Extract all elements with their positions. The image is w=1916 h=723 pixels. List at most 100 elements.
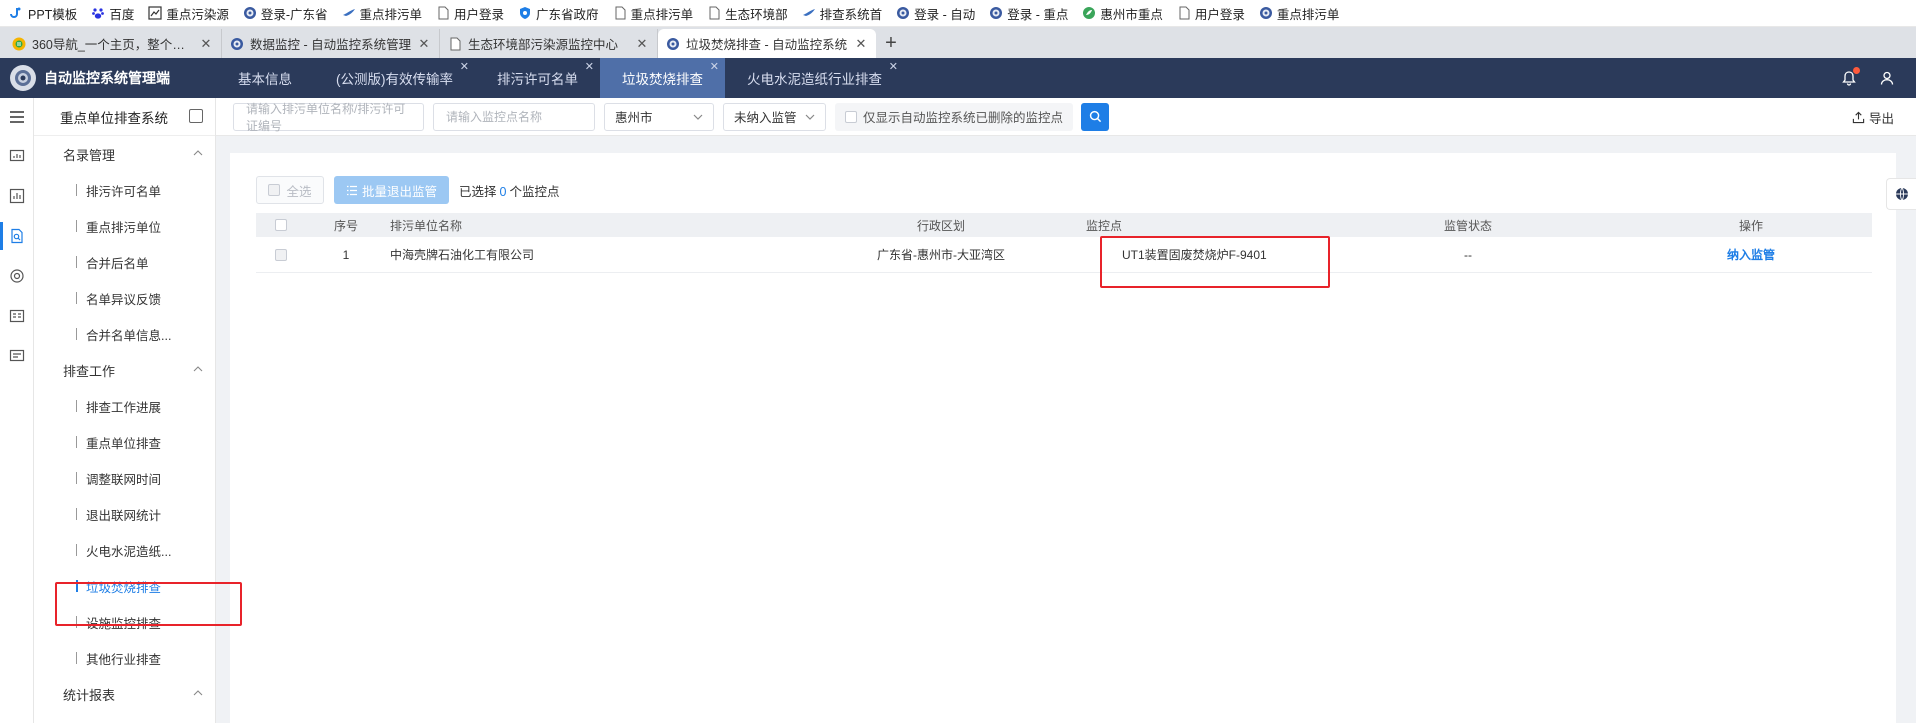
batch-exit-button[interactable]: 批量退出监管 xyxy=(334,176,449,204)
close-icon[interactable]: ✕ xyxy=(199,36,213,52)
rail-item-monitor[interactable] xyxy=(0,256,33,296)
sidebar-item[interactable]: 合并后名单 xyxy=(34,244,215,280)
include-supervision-link[interactable]: 纳入监管 xyxy=(1727,248,1775,262)
nav-tab-label: 排污许可名单 xyxy=(497,72,578,87)
close-icon[interactable]: ✕ xyxy=(585,60,594,73)
rail-item-dashboard[interactable] xyxy=(0,136,33,176)
sidebar-item[interactable]: 重点单位排查 xyxy=(34,424,215,460)
header-checkbox[interactable] xyxy=(256,219,306,231)
sidebar-group[interactable]: 名录管理 xyxy=(34,136,215,172)
bookmark-item[interactable]: PPT模板 xyxy=(10,4,77,23)
close-icon[interactable]: ✕ xyxy=(417,36,431,52)
rail-item-report[interactable] xyxy=(0,336,33,376)
tab-title: 生态环境部污染源监控中心 xyxy=(468,38,619,52)
bookmark-item[interactable]: 生态环境部 xyxy=(707,4,788,23)
nav-tab[interactable]: (公测版)有效传输率 ✕ xyxy=(314,58,475,98)
bookmark-item[interactable]: 排查系统首 xyxy=(802,4,883,23)
360-icon xyxy=(12,37,26,51)
bookmark-item[interactable]: 用户登录 xyxy=(1177,4,1245,23)
browser-tab[interactable]: 数据监控 - 自动监控系统管理 ✕ xyxy=(222,29,440,58)
show-deleted-checkbox[interactable]: 仅显示自动监控系统已删除的监控点 xyxy=(835,102,1074,131)
bookmark-item[interactable]: 登录 - 重点 xyxy=(989,4,1068,23)
row-index: 1 xyxy=(342,247,350,262)
rail-item-statistics[interactable] xyxy=(0,176,33,216)
checkbox-box xyxy=(845,110,857,123)
checkbox-box xyxy=(275,219,287,231)
app-brand[interactable]: 自动监控系统管理端 xyxy=(0,65,216,91)
sidebar-item[interactable]: 调整联网时间 xyxy=(34,460,215,496)
tab-title: 垃圾焚烧排查 - 自动监控系统 xyxy=(686,38,848,52)
bookmark-item[interactable]: 百度 xyxy=(91,4,134,23)
row-status: -- xyxy=(1464,247,1472,262)
monitor-point-table: 序号 排污单位名称 行政区划 监控点 监管状态 操作 1 中海壳牌石油化工有限公… xyxy=(256,213,1872,273)
browser-tab[interactable]: 生态环境部污染源监控中心 ✕ xyxy=(440,29,658,58)
menu-toggle-button[interactable] xyxy=(0,98,33,136)
bookmark-item[interactable]: 登录-广东省 xyxy=(243,4,328,23)
collapse-icon[interactable] xyxy=(189,109,203,123)
status-select[interactable]: 未纳入监管 xyxy=(723,102,826,131)
bookmark-item[interactable]: 重点排污单 xyxy=(1259,4,1339,23)
bookmark-item[interactable]: 重点污染源 xyxy=(148,4,229,23)
bookmark-item[interactable]: 重点排污单 xyxy=(613,4,693,23)
rail-item-settings[interactable] xyxy=(0,296,33,336)
floating-tool-button[interactable] xyxy=(1886,178,1916,210)
table-row: 1 中海壳牌石油化工有限公司 广东省-惠州市-大亚湾区 UT1装置固废焚烧炉F-… xyxy=(256,237,1872,273)
sidebar-item-label: 重点排污单位 xyxy=(86,220,162,235)
search-button[interactable] xyxy=(1081,102,1110,131)
unit-search-input[interactable]: 请输入排污单位名称/排污许可证编号 xyxy=(233,102,424,133)
chevron-up-icon xyxy=(193,148,203,159)
sidebar-group[interactable]: 统计报表 xyxy=(34,676,215,712)
chevron-down-icon xyxy=(693,114,703,120)
row-checkbox[interactable] xyxy=(256,248,306,261)
new-tab-button[interactable]: + xyxy=(876,29,906,58)
sidebar-item[interactable]: 合并名单信息... xyxy=(34,316,215,352)
sidebar-item[interactable]: 火电水泥造纸... xyxy=(34,532,215,568)
sidebar-item-label: 重点单位排查 xyxy=(86,436,162,451)
browser-tab[interactable]: 垃圾焚烧排查 - 自动监控系统 ✕ xyxy=(658,29,876,58)
user-button[interactable] xyxy=(1874,65,1900,91)
city-select[interactable]: 惠州市 xyxy=(604,102,714,131)
select-all-button[interactable]: 全选 xyxy=(256,176,324,204)
sidebar-item[interactable]: 排污许可名单 xyxy=(34,172,215,208)
bookmark-label: PPT模板 xyxy=(28,7,78,22)
bookmark-item[interactable]: 登录 - 自动 xyxy=(896,4,975,23)
sidebar-item[interactable]: 排查工作进展 xyxy=(34,388,215,424)
bookmark-item[interactable]: 广东省政府 xyxy=(518,4,599,23)
bookmark-item[interactable]: 用户登录 xyxy=(436,4,504,23)
header-op: 操作 xyxy=(1738,218,1763,233)
bookmarks-bar: PPT模板 百度 重点污染源 登录-广东省 重点排污单 用户登录 广东省政府 重点排污单 生态环… xyxy=(0,0,1916,27)
bookmark-item[interactable]: 重点排污单 xyxy=(342,4,422,23)
highlight-box-point xyxy=(1100,236,1330,288)
bookmark-item[interactable]: 惠州市重点 xyxy=(1082,4,1163,23)
baidu-paw-icon xyxy=(91,6,105,20)
nav-tab[interactable]: 火电水泥造纸行业排查 ✕ xyxy=(725,58,904,98)
nav-tab[interactable]: 基本信息 xyxy=(216,58,314,98)
nav-tab-label: 火电水泥造纸行业排查 xyxy=(747,72,882,87)
close-icon[interactable]: ✕ xyxy=(635,36,649,52)
nav-tab[interactable]: 排污许可名单 ✕ xyxy=(475,58,600,98)
close-icon[interactable]: ✕ xyxy=(889,60,898,73)
sidebar-group[interactable]: 排查工作 xyxy=(34,352,215,388)
sidebar-item[interactable]: 其他行业排查 xyxy=(34,640,215,676)
app-title: 自动监控系统管理端 xyxy=(44,70,170,86)
bookmark-label: 排查系统首 xyxy=(819,7,883,22)
sidebar-item-label: 名单异议反馈 xyxy=(86,292,162,307)
close-icon[interactable]: ✕ xyxy=(710,60,719,73)
point-search-input[interactable]: 请输入监控点名称 xyxy=(433,102,595,131)
export-label: 导出 xyxy=(1868,112,1894,126)
header-region: 行政区划 xyxy=(916,218,965,233)
module-nav: 基本信息 (公测版)有效传输率 ✕ 排污许可名单 ✕ 垃圾焚烧排查 ✕ 火电水泥造纸行业排查 ✕ xyxy=(216,58,904,98)
browser-tab[interactable]: 360导航_一个主页，整个世界 ✕ xyxy=(4,29,222,58)
sidebar-item[interactable]: 名单异议反馈 xyxy=(34,280,215,316)
rail-item-investigation[interactable] xyxy=(0,216,33,256)
close-icon[interactable]: ✕ xyxy=(460,60,469,73)
nav-tab[interactable]: 垃圾焚烧排查 ✕ xyxy=(600,58,725,98)
sidebar-item[interactable]: 退出联网统计 xyxy=(34,496,215,532)
close-icon[interactable]: ✕ xyxy=(854,36,868,52)
notification-bell-button[interactable] xyxy=(1836,65,1862,91)
header-point: 监控点 xyxy=(1086,218,1123,233)
sidebar-item[interactable]: 重点排污单位 xyxy=(34,208,215,244)
monitor-chart-icon xyxy=(9,149,24,162)
export-button[interactable]: 导出 xyxy=(1852,108,1894,127)
bookmark-label: 登录 - 自动 xyxy=(914,7,976,22)
